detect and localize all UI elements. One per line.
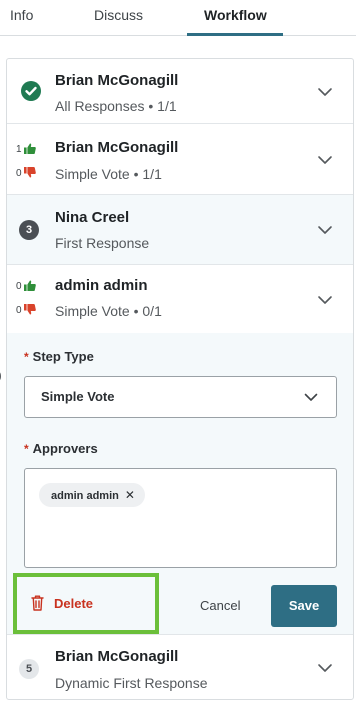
thumbs-up-icon bbox=[23, 280, 36, 291]
step-type-summary: All Responses • 1/1 bbox=[55, 98, 177, 114]
workflow-steps-panel: Brian McGonagill All Responses • 1/1 1 0… bbox=[6, 58, 354, 700]
thumbs-down-icon bbox=[23, 304, 36, 315]
workflow-step-5[interactable]: 5 Brian McGonagill Dynamic First Respons… bbox=[7, 635, 353, 699]
workflow-step-4[interactable]: 0 0 admin admin Simple Vote • 0/1 bbox=[7, 265, 353, 333]
step-approver-name: Brian McGonagill bbox=[55, 648, 179, 665]
upvote-count: 0 bbox=[16, 280, 36, 292]
required-marker: * bbox=[24, 442, 29, 456]
chevron-down-icon[interactable] bbox=[317, 155, 333, 165]
step-type-value: Simple Vote bbox=[41, 389, 115, 404]
active-tab-indicator bbox=[187, 33, 283, 36]
workflow-step-2[interactable]: 1 0 Brian McGonagill Simple Vote • 1/1 bbox=[7, 124, 353, 195]
step-number-badge: 5 bbox=[19, 659, 39, 679]
step-approver-name: Brian McGonagill bbox=[55, 72, 179, 89]
chevron-down-icon[interactable] bbox=[317, 663, 333, 673]
step-type-summary: Simple Vote • 1/1 bbox=[55, 166, 162, 182]
chevron-up-icon[interactable] bbox=[317, 295, 333, 305]
required-marker: * bbox=[24, 350, 29, 364]
chevron-down-icon[interactable] bbox=[317, 87, 333, 97]
check-circle-icon bbox=[21, 81, 41, 101]
step-type-summary: Simple Vote • 0/1 bbox=[55, 303, 162, 319]
step-editor: * Step Type Simple Vote * Approvers admin … bbox=[7, 333, 353, 635]
thumbs-up-icon bbox=[23, 143, 36, 154]
downvote-count: 0 bbox=[16, 167, 36, 179]
upvote-count: 1 bbox=[16, 143, 36, 155]
trash-icon bbox=[31, 595, 44, 611]
remove-approver-icon[interactable]: ✕ bbox=[125, 488, 135, 502]
step-type-select[interactable]: Simple Vote bbox=[24, 376, 337, 418]
approver-chip: admin admin ✕ bbox=[39, 483, 145, 507]
step-number-badge: 3 bbox=[19, 220, 39, 240]
edge-mark: ) bbox=[0, 370, 2, 382]
cancel-button[interactable]: Cancel bbox=[200, 598, 240, 613]
downvote-count: 0 bbox=[16, 304, 36, 316]
step-type-summary: First Response bbox=[55, 235, 150, 251]
workflow-step-1[interactable]: Brian McGonagill All Responses • 1/1 bbox=[7, 59, 353, 124]
delete-step-button[interactable]: Delete bbox=[31, 595, 93, 619]
workflow-step-3[interactable]: 3 Nina Creel First Response bbox=[7, 195, 353, 265]
tab-discuss[interactable]: Discuss bbox=[94, 7, 143, 23]
step-approver-name: admin admin bbox=[55, 277, 148, 294]
approvers-input[interactable]: admin admin ✕ bbox=[24, 468, 337, 568]
step-type-label: * Step Type bbox=[24, 349, 94, 364]
tab-workflow[interactable]: Workflow bbox=[204, 7, 267, 23]
step-approver-name: Brian McGonagill bbox=[55, 139, 179, 156]
tab-bar: Info Discuss Workflow bbox=[0, 0, 356, 36]
thumbs-down-icon bbox=[23, 167, 36, 178]
step-approver-name: Nina Creel bbox=[55, 209, 130, 226]
chevron-down-icon bbox=[304, 393, 318, 401]
save-button[interactable]: Save bbox=[271, 585, 337, 627]
step-type-summary: Dynamic First Response bbox=[55, 675, 208, 691]
chevron-down-icon[interactable] bbox=[317, 225, 333, 235]
approvers-label: * Approvers bbox=[24, 441, 98, 456]
tab-info[interactable]: Info bbox=[10, 7, 33, 23]
